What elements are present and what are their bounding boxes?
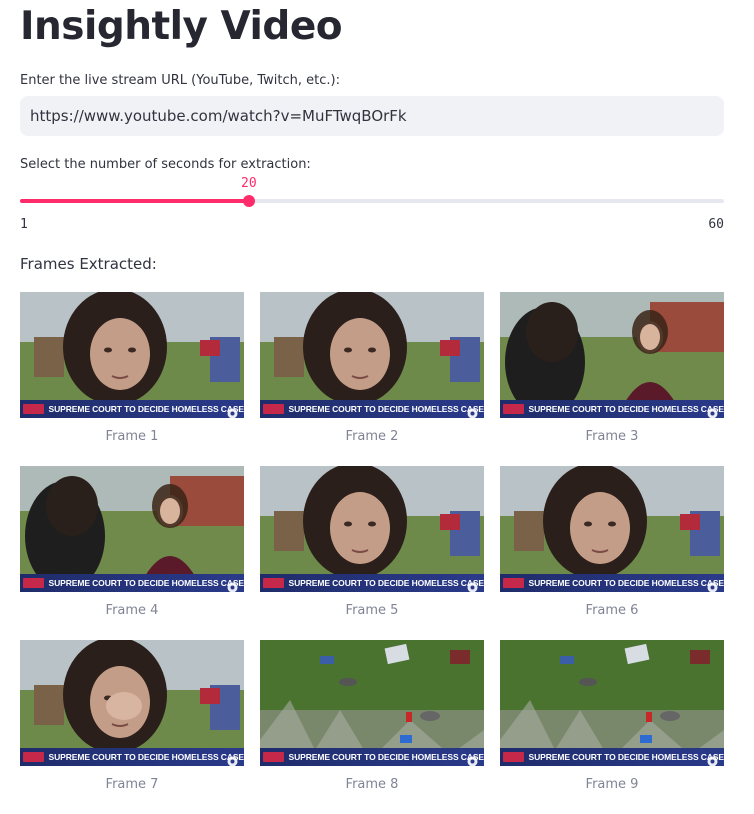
frame-caption: Frame 7	[105, 777, 159, 792]
banner-text: SUPREME COURT TO DECIDE HOMELESS CASE	[288, 404, 484, 414]
news-badge	[503, 578, 524, 588]
news-badge	[23, 578, 44, 588]
network-logo-icon	[707, 578, 718, 592]
news-banner: SUPREME COURT TO DECIDE HOMELESS CASE	[260, 400, 484, 418]
news-badge	[503, 404, 524, 414]
banner-text: SUPREME COURT TO DECIDE HOMELESS CASE	[528, 578, 724, 588]
frame-thumbnail[interactable]: SUPREME COURT TO DECIDE HOMELESS CASE	[260, 466, 484, 592]
seconds-slider[interactable]: 20 1 60	[20, 176, 724, 236]
banner-text: SUPREME COURT TO DECIDE HOMELESS CASE	[48, 404, 244, 414]
frame-thumbnail[interactable]: SUPREME COURT TO DECIDE HOMELESS CASE	[260, 640, 484, 766]
banner-text: SUPREME COURT TO DECIDE HOMELESS CASE	[288, 578, 484, 588]
news-banner: SUPREME COURT TO DECIDE HOMELESS CASE	[20, 574, 244, 592]
frame-caption: Frame 2	[345, 429, 399, 444]
news-badge	[503, 752, 524, 762]
stream-url-input[interactable]	[20, 96, 724, 136]
slider-fill	[20, 199, 249, 203]
frame-card: SUPREME COURT TO DECIDE HOMELESS CASE Fra…	[500, 466, 724, 640]
frame-card: SUPREME COURT TO DECIDE HOMELESS CASE Fra…	[20, 292, 244, 466]
frame-thumbnail[interactable]: SUPREME COURT TO DECIDE HOMELESS CASE	[500, 640, 724, 766]
network-logo-icon	[227, 752, 238, 766]
frame-caption: Frame 8	[345, 777, 399, 792]
slider-max-label: 60	[708, 217, 724, 232]
frame-caption: Frame 3	[585, 429, 639, 444]
slider-value: 20	[241, 176, 257, 191]
banner-text: SUPREME COURT TO DECIDE HOMELESS CASE	[48, 752, 244, 762]
network-logo-icon	[707, 404, 718, 418]
slider-label: Select the number of seconds for extract…	[20, 157, 311, 172]
network-logo-icon	[227, 578, 238, 592]
frame-caption: Frame 9	[585, 777, 639, 792]
news-banner: SUPREME COURT TO DECIDE HOMELESS CASE	[260, 748, 484, 766]
network-logo-icon	[467, 752, 478, 766]
frame-card: SUPREME COURT TO DECIDE HOMELESS CASE Fra…	[20, 640, 244, 814]
news-banner: SUPREME COURT TO DECIDE HOMELESS CASE	[20, 400, 244, 418]
frame-thumbnail[interactable]: SUPREME COURT TO DECIDE HOMELESS CASE	[20, 292, 244, 418]
news-banner: SUPREME COURT TO DECIDE HOMELESS CASE	[260, 574, 484, 592]
news-banner: SUPREME COURT TO DECIDE HOMELESS CASE	[500, 400, 724, 418]
news-badge	[263, 404, 284, 414]
page-title: Insightly Video	[20, 4, 343, 49]
frame-thumbnail[interactable]: SUPREME COURT TO DECIDE HOMELESS CASE	[500, 292, 724, 418]
banner-text: SUPREME COURT TO DECIDE HOMELESS CASE	[528, 752, 724, 762]
slider-track[interactable]	[20, 199, 724, 203]
network-logo-icon	[227, 404, 238, 418]
frame-card: SUPREME COURT TO DECIDE HOMELESS CASE Fra…	[260, 640, 484, 814]
frame-thumbnail[interactable]: SUPREME COURT TO DECIDE HOMELESS CASE	[20, 640, 244, 766]
banner-text: SUPREME COURT TO DECIDE HOMELESS CASE	[288, 752, 484, 762]
frame-card: SUPREME COURT TO DECIDE HOMELESS CASE Fra…	[500, 640, 724, 814]
frame-caption: Frame 6	[585, 603, 639, 618]
news-banner: SUPREME COURT TO DECIDE HOMELESS CASE	[500, 574, 724, 592]
frame-card: SUPREME COURT TO DECIDE HOMELESS CASE Fra…	[20, 466, 244, 640]
news-badge	[23, 404, 44, 414]
url-field-label: Enter the live stream URL (YouTube, Twit…	[20, 73, 340, 88]
frame-thumbnail[interactable]: SUPREME COURT TO DECIDE HOMELESS CASE	[20, 466, 244, 592]
news-banner: SUPREME COURT TO DECIDE HOMELESS CASE	[500, 748, 724, 766]
frame-card: SUPREME COURT TO DECIDE HOMELESS CASE Fra…	[260, 466, 484, 640]
frame-card: SUPREME COURT TO DECIDE HOMELESS CASE Fra…	[260, 292, 484, 466]
frame-card: SUPREME COURT TO DECIDE HOMELESS CASE Fra…	[500, 292, 724, 466]
slider-min-label: 1	[20, 217, 28, 232]
frame-caption: Frame 5	[345, 603, 399, 618]
news-badge	[263, 578, 284, 588]
banner-text: SUPREME COURT TO DECIDE HOMELESS CASE	[528, 404, 724, 414]
slider-thumb[interactable]	[242, 195, 255, 207]
frame-caption: Frame 1	[105, 429, 159, 444]
frames-section-label: Frames Extracted:	[20, 255, 157, 273]
frame-thumbnail[interactable]: SUPREME COURT TO DECIDE HOMELESS CASE	[500, 466, 724, 592]
frame-thumbnail[interactable]: SUPREME COURT TO DECIDE HOMELESS CASE	[260, 292, 484, 418]
frame-caption: Frame 4	[105, 603, 159, 618]
network-logo-icon	[467, 578, 478, 592]
banner-text: SUPREME COURT TO DECIDE HOMELESS CASE	[48, 578, 244, 588]
news-banner: SUPREME COURT TO DECIDE HOMELESS CASE	[20, 748, 244, 766]
network-logo-icon	[467, 404, 478, 418]
network-logo-icon	[707, 752, 718, 766]
news-badge	[263, 752, 284, 762]
news-badge	[23, 752, 44, 762]
frames-grid: SUPREME COURT TO DECIDE HOMELESS CASE Fra…	[20, 292, 724, 814]
